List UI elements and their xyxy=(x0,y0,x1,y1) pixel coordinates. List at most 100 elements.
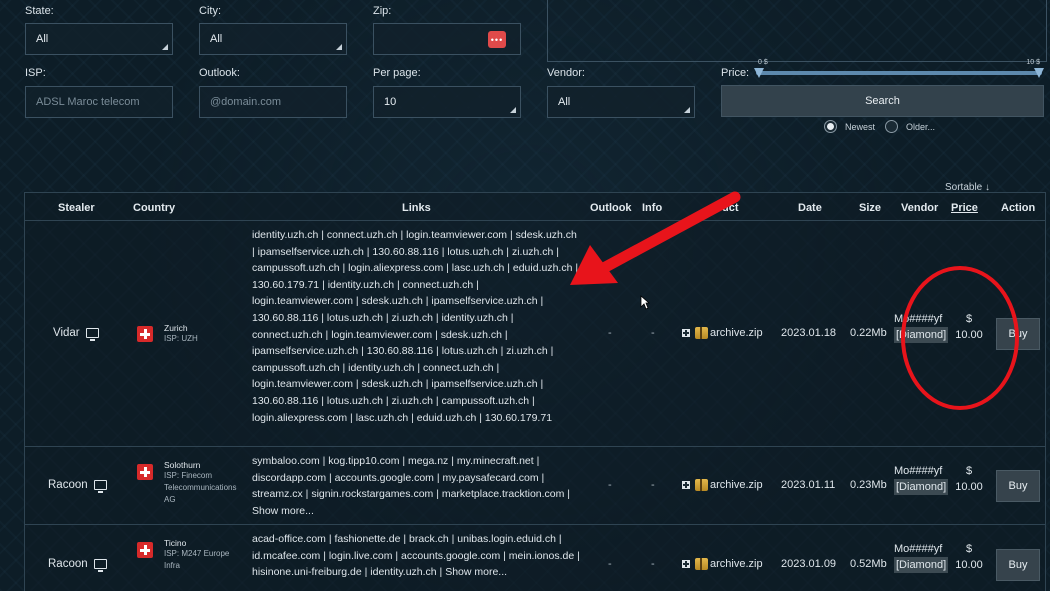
isp-name: ISP: Finecom Telecommunications AG xyxy=(164,471,237,504)
state-value: All xyxy=(36,33,49,45)
zip-label: Zip: xyxy=(373,5,392,17)
radio-unselected-icon xyxy=(885,120,898,133)
annotation-arrow-icon xyxy=(570,191,741,285)
outlook-cell: - xyxy=(608,479,612,491)
column-links[interactable]: Links xyxy=(402,202,431,214)
product-file: archive.zip xyxy=(710,479,763,491)
size-cell: 0.23Mb xyxy=(850,479,887,491)
stealer-name: Vidar xyxy=(53,327,80,339)
expand-icon[interactable] xyxy=(682,560,690,568)
price-track xyxy=(756,71,1042,75)
zip-options-button[interactable]: ••• xyxy=(488,31,506,48)
stealer-name: Racoon xyxy=(48,558,88,570)
vendor-cell: Mo####yf [Diamond] xyxy=(894,463,949,495)
annotation-circle xyxy=(901,266,1019,410)
outlook-label: Outlook: xyxy=(199,67,240,79)
vendor-value: All xyxy=(558,96,571,108)
size-cell: 0.22Mb xyxy=(850,327,887,339)
isp-input[interactable]: ADSL Maroc telecom xyxy=(25,86,173,118)
city-select[interactable]: All xyxy=(199,23,347,55)
date-cell: 2023.01.18 xyxy=(781,327,837,339)
price-range-slider[interactable]: 0 $ 10 $ xyxy=(754,59,1044,78)
isp-label: ISP: xyxy=(25,67,46,79)
search-button[interactable]: Search xyxy=(721,85,1044,117)
column-stealer[interactable]: Stealer xyxy=(58,202,95,214)
product-cell[interactable]: archive.zip xyxy=(682,327,763,339)
buy-button[interactable]: Buy xyxy=(996,470,1040,502)
sort-newest-radio[interactable]: Newest xyxy=(824,120,875,133)
info-cell: - xyxy=(651,479,655,491)
table-header: Stealer Country Links Outlook Info uct D… xyxy=(25,193,1045,221)
country-cell: Solothurn ISP: Finecom Telecommunication… xyxy=(164,460,244,506)
column-date[interactable]: Date xyxy=(798,202,822,214)
price-value: 10.00 xyxy=(955,559,983,571)
computer-icon xyxy=(93,480,107,493)
archive-icon xyxy=(695,327,708,339)
country-cell: Zurich ISP: UZH xyxy=(164,323,234,345)
sort-older-label: Older... xyxy=(906,121,936,132)
column-vendor[interactable]: Vendor xyxy=(901,202,938,214)
swiss-flag-icon xyxy=(137,326,153,342)
stealer-cell: Racoon xyxy=(48,558,107,572)
column-price[interactable]: Price xyxy=(951,202,978,214)
table-row: Racoon Ticino ISP: M247 Europe Infra aca… xyxy=(25,525,1045,591)
city-name: Zurich xyxy=(164,323,188,333)
outlook-cell: - xyxy=(608,558,612,570)
expand-icon[interactable] xyxy=(682,329,690,337)
links-cell: identity.uzh.ch | connect.uzh.ch | login… xyxy=(252,229,579,424)
sort-newest-label: Newest xyxy=(845,121,876,132)
radio-selected-icon xyxy=(824,120,837,133)
city-label: City: xyxy=(199,5,221,17)
dropdown-caret-icon xyxy=(510,107,516,113)
sort-older-radio[interactable]: Older... xyxy=(885,120,935,133)
product-file: archive.zip xyxy=(710,327,763,339)
column-country[interactable]: Country xyxy=(133,202,175,214)
table-row: Vidar Zurich ISP: UZH identity.uzh.ch | … xyxy=(25,221,1045,447)
info-cell: - xyxy=(651,327,655,339)
info-cell: - xyxy=(651,558,655,570)
isp-name: ISP: UZH xyxy=(164,334,198,343)
vendor-label: Vendor: xyxy=(547,67,585,79)
outlook-cell: - xyxy=(608,327,612,339)
state-select[interactable]: All xyxy=(25,23,173,55)
outlook-placeholder: @domain.com xyxy=(210,96,282,108)
price-cell: $ 10.00 xyxy=(955,463,983,495)
per-page-value: 10 xyxy=(384,96,397,108)
computer-icon xyxy=(93,559,107,572)
price-currency: $ xyxy=(965,543,973,555)
dropdown-caret-icon xyxy=(684,107,690,113)
isp-name: ISP: M247 Europe Infra xyxy=(164,549,230,570)
city-name: Ticino xyxy=(164,538,187,548)
isp-placeholder: ADSL Maroc telecom xyxy=(36,96,140,108)
links-cell: symbaloo.com | kog.tipp10.com | mega.nz … xyxy=(252,455,571,517)
column-action[interactable]: Action xyxy=(1001,202,1035,214)
links-cell: acad-office.com | fashionette.de | brack… xyxy=(252,533,580,579)
country-cell: Ticino ISP: M247 Europe Infra xyxy=(164,538,239,572)
vendor-select[interactable]: All xyxy=(547,86,695,118)
product-cell[interactable]: archive.zip xyxy=(682,558,763,570)
mouse-cursor-icon xyxy=(640,295,650,310)
product-file: archive.zip xyxy=(710,558,763,570)
outlook-input[interactable]: @domain.com xyxy=(199,86,347,118)
stealer-cell: Vidar xyxy=(53,327,99,341)
vendor-badge: [Diamond] xyxy=(894,479,949,495)
buy-button[interactable]: Buy xyxy=(996,549,1040,581)
price-min-label: 0 $ xyxy=(758,59,768,66)
logs-table: Stealer Country Links Outlook Info uct D… xyxy=(24,192,1046,591)
table-row: Racoon Solothurn ISP: Finecom Telecommun… xyxy=(25,447,1045,525)
price-currency: $ xyxy=(965,465,973,477)
price-max-label: 10 $ xyxy=(1026,59,1040,66)
swiss-flag-icon xyxy=(137,542,153,558)
per-page-select[interactable]: 10 xyxy=(373,86,521,118)
expand-icon[interactable] xyxy=(682,481,690,489)
zip-input[interactable]: ••• xyxy=(373,23,521,55)
product-cell[interactable]: archive.zip xyxy=(682,479,763,491)
swiss-flag-icon xyxy=(137,464,153,480)
dropdown-caret-icon xyxy=(162,44,168,50)
stealer-name: Racoon xyxy=(48,479,88,491)
city-name: Solothurn xyxy=(164,460,201,470)
size-cell: 0.52Mb xyxy=(850,558,887,570)
column-size[interactable]: Size xyxy=(859,202,881,214)
city-value: All xyxy=(210,33,223,45)
per-page-label: Per page: xyxy=(373,67,421,79)
